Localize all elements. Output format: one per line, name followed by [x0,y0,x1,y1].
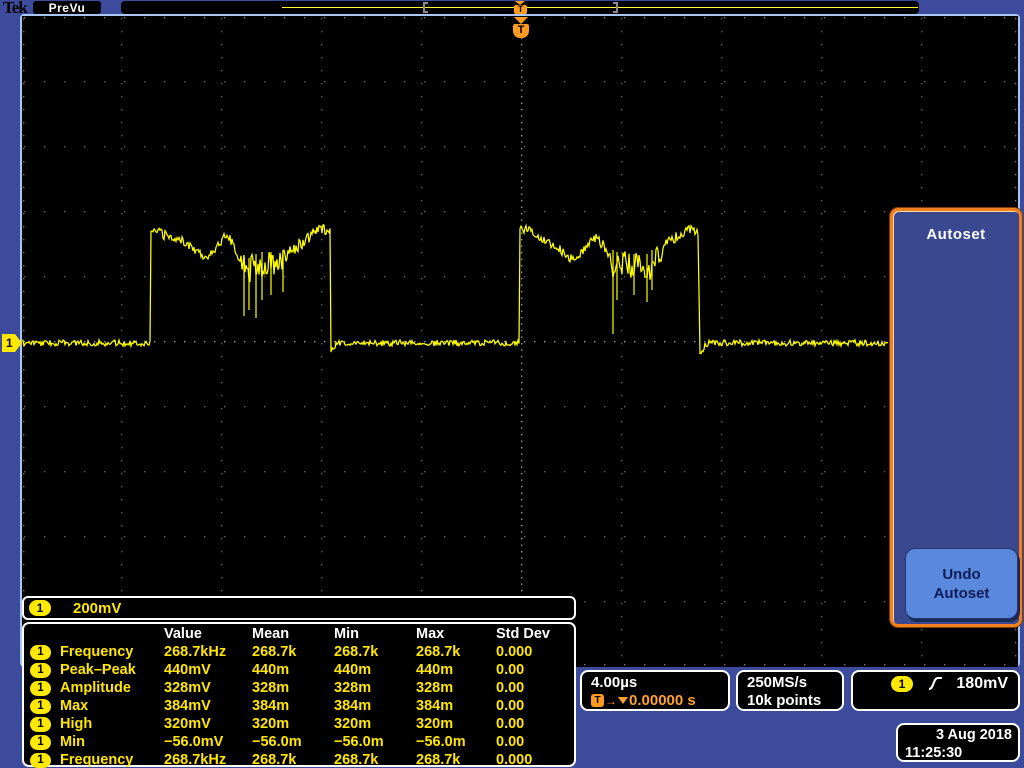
col-mean: Mean [252,626,290,642]
measurement-min: 268.7k [334,644,379,660]
measurement-stddev: 0.00 [496,698,525,714]
col-max: Max [416,626,445,642]
horizontal-readout: 4.00µs T → 0.00000 s [580,670,730,711]
record-view-bar: T [121,1,919,14]
measurement-value: 384mV [164,698,211,714]
channel1-badge: 1 [30,698,51,714]
measurement-max: 268.7k [416,644,461,660]
measurement-mean: 268.7k [252,752,297,768]
measurement-name: Min [60,734,85,750]
acquisition-status-badge: PreVu [33,1,101,15]
channel1-badge: 1 [30,644,51,660]
measurement-min: 320m [334,716,372,732]
measurement-max: 384m [416,698,454,714]
measurement-mean: 384m [252,698,290,714]
measurement-stddev: 0.00 [496,680,525,696]
measurement-min: 268.7k [334,752,379,768]
channel1-scale-readout: 1 200mV [22,596,576,620]
measurement-min: 440m [334,662,372,678]
measurement-name: High [60,716,93,732]
record-length: 10k points [747,692,822,709]
measurement-mean: 268.7k [252,644,297,660]
measurement-value: 328mV [164,680,211,696]
trigger-t-icon: T [591,694,604,707]
undo-autoset-label-line1: Undo [942,565,981,583]
measurement-table: Value Mean Min Max Std Dev 1 Frequency 2… [22,622,576,768]
trigger-position-t-icon: T [514,5,527,14]
measurement-value: −56.0mV [164,734,224,750]
measurement-name: Amplitude [60,680,131,696]
measurement-name: Frequency [60,752,134,768]
measurement-max: 268.7k [416,752,461,768]
table-row: 1 Amplitude 328mV 328m 328m 328m 0.00 [30,679,574,697]
measurement-max: 440m [416,662,454,678]
table-row: 1 Max 384mV 384m 384m 384m 0.00 [30,697,574,715]
measurement-min: 328m [334,680,372,696]
window-end-bracket-icon [613,2,618,13]
table-row: 1 Frequency 268.7kHz 268.7k 268.7k 268.7… [30,643,574,661]
date-value: 3 Aug 2018 [935,727,1012,743]
time-value: 11:25:30 [905,745,963,761]
undo-autoset-button[interactable]: Undo Autoset [905,548,1018,619]
channel1-badge: 1 [30,716,51,732]
measurement-mean: 320m [252,716,290,732]
measurement-max: −56.0m [416,734,466,750]
time-per-div: 4.00µs [591,674,638,691]
measurement-stddev: 0.000 [496,752,533,768]
channel1-badge: 1 [891,676,913,692]
col-value: Value [164,626,202,642]
measurement-min: 384m [334,698,372,714]
measurement-stddev: 0.000 [496,644,533,660]
undo-autoset-label-line2: Autoset [933,584,990,602]
sample-rate: 250MS/s [747,674,808,691]
table-row: 1 Frequency 268.7kHz 268.7k 268.7k 268.7… [30,751,574,768]
col-stddev: Std Dev [496,626,550,642]
measurement-mean: 440m [252,662,290,678]
measurement-max: 328m [416,680,454,696]
channel1-badge: 1 [30,680,51,696]
measurement-name: Peak–Peak [60,662,136,678]
table-row: 1 High 320mV 320m 320m 320m 0.00 [30,715,574,733]
record-length-line [282,7,918,8]
table-row: 1 Peak–Peak 440mV 440m 440m 440m 0.00 [30,661,574,679]
horizontal-position-value: 0.00000 s [629,692,696,709]
datetime-readout: 3 Aug 2018 11:25:30 [896,723,1020,762]
autoset-menu-panel: Autoset Undo Autoset [890,208,1022,627]
measurement-stddev: 0.00 [496,716,525,732]
window-start-bracket-icon [423,2,428,13]
measurement-value: 268.7kHz [164,644,227,660]
menu-title: Autoset [926,226,986,243]
waveform-display-area [22,16,1018,667]
channel1-badge: 1 [29,600,51,616]
measurement-min: −56.0m [334,734,384,750]
acquisition-readout: 250MS/s 10k points [736,670,844,711]
measurement-value: 268.7kHz [164,752,227,768]
measurement-name: Max [60,698,89,714]
tek-logo: Tek [3,0,28,17]
measurement-value: 440mV [164,662,211,678]
channel1-volts-per-div: 200mV [73,599,122,617]
oscilloscope-screen: Tek PreVu T T 1 1 200mV Value Mean Min M… [0,0,1024,768]
channel1-ground-marker: 1 [2,334,22,352]
arrow-right-icon: → [605,693,617,708]
triangle-down-icon [618,697,628,704]
trigger-point-arrow-icon [514,17,528,24]
measurement-stddev: 0.00 [496,734,525,750]
measurement-stddev: 0.00 [496,662,525,678]
trigger-point-t-icon: T [513,24,529,38]
trigger-level-value: 180mV [956,675,1008,692]
measurement-header-row: Value Mean Min Max Std Dev [30,625,574,643]
measurement-max: 320m [416,716,454,732]
measurement-mean: 328m [252,680,290,696]
measurement-name: Frequency [60,644,134,660]
trigger-readout: 1 180mV [851,670,1020,711]
measurement-mean: −56.0m [252,734,302,750]
channel1-badge: 1 [30,752,51,768]
channel1-badge: 1 [30,734,51,750]
rising-edge-icon [928,677,942,690]
table-row: 1 Min −56.0mV −56.0m −56.0m −56.0m 0.00 [30,733,574,751]
channel1-badge: 1 [30,662,51,678]
measurement-value: 320mV [164,716,211,732]
col-min: Min [334,626,359,642]
